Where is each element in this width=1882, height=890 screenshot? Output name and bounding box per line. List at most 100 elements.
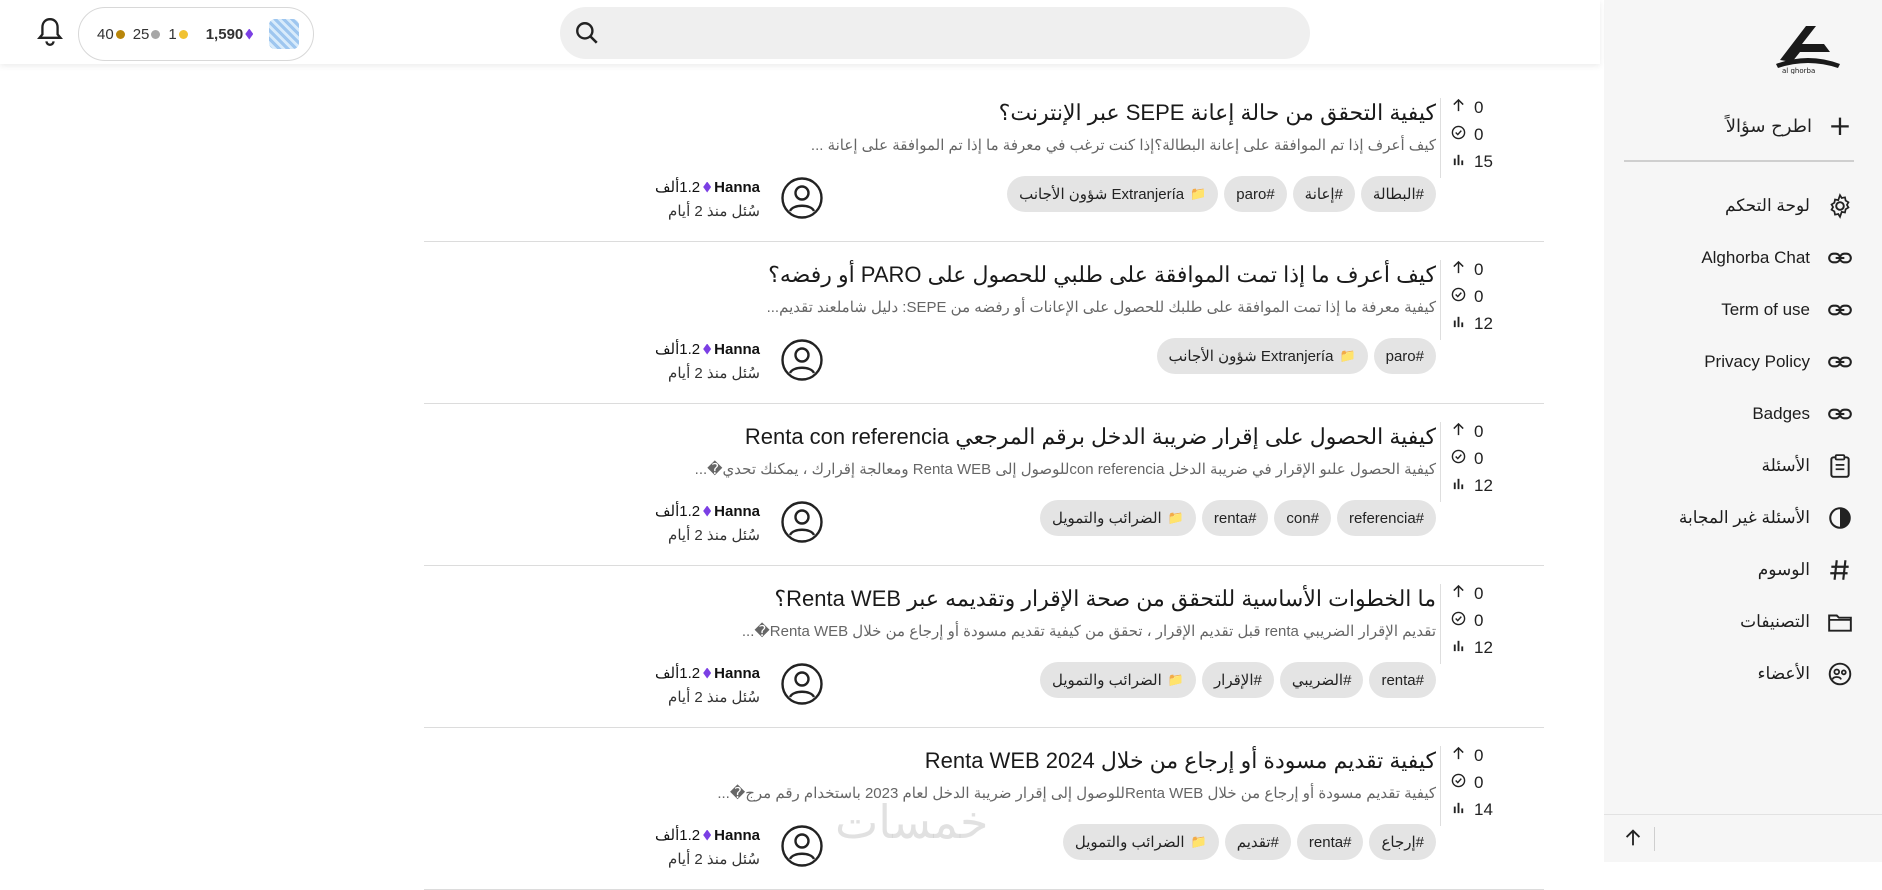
folder-icon: 📁 xyxy=(1167,510,1184,525)
search-input[interactable] xyxy=(612,17,1292,49)
question-tag[interactable]: #البطالة xyxy=(1360,176,1436,212)
sidebar-item-5[interactable]: الأسئلة xyxy=(1614,440,1854,492)
question-tag[interactable]: #referencia xyxy=(1336,500,1436,536)
question-title[interactable]: كيفية الحصول على إقرار ضريبة الدخل برقم … xyxy=(745,424,1436,450)
question-stats: 0 0 14 xyxy=(1440,746,1504,826)
arrow-up-icon[interactable] xyxy=(1618,823,1648,853)
question-tag[interactable]: #إعانة xyxy=(1292,176,1355,212)
sidebar-item-label: لوحة التحكم xyxy=(1724,196,1810,215)
category-tag[interactable]: 📁 Extranjería شؤون الأجانب xyxy=(1007,176,1219,212)
check-circle-icon xyxy=(1451,773,1466,793)
author-name[interactable]: Hanna xyxy=(714,341,760,358)
author-name[interactable]: Hanna xyxy=(714,179,760,196)
arrow-up-icon xyxy=(1451,584,1466,604)
question-row: 0 0 12 ما الخطوات الأساسية للتحقق من صحة ال… xyxy=(424,566,1544,728)
sidebar-item-label: Term of use xyxy=(1721,300,1810,319)
sidebar-item-3[interactable]: Privacy Policy xyxy=(1614,336,1854,388)
link-icon xyxy=(1826,348,1854,376)
sidebar-item-label: الأسئلة غير المجابة xyxy=(1678,508,1810,527)
link-icon xyxy=(1826,244,1854,272)
question-title[interactable]: كيف أعرف ما إذا تمت الموافقة على طلبي لل… xyxy=(768,262,1436,288)
views-count: 14 xyxy=(1451,800,1493,820)
sidebar-nav: لوحة التحكم Alghorba Chat Term of use Priva… xyxy=(1614,180,1854,700)
question-tag[interactable]: #الضريبي xyxy=(1279,662,1364,698)
question-stats: 0 0 12 xyxy=(1440,584,1504,664)
bar-chart-icon xyxy=(1451,476,1466,496)
bell-icon[interactable] xyxy=(36,15,64,49)
bar-chart-icon xyxy=(1451,638,1466,658)
sidebar-footer xyxy=(1604,814,1882,862)
views-count: 12 xyxy=(1451,314,1493,334)
users-icon xyxy=(1826,660,1854,688)
plus-icon: + xyxy=(1828,109,1852,142)
category-tag[interactable]: 📁 الضرائب والتمويل xyxy=(1039,500,1196,536)
category-tag[interactable]: 📁 Extranjería شؤون الأجانب xyxy=(1156,338,1368,374)
author-info: Hanna 1.2ألف xyxy=(655,178,760,197)
bronze-badges: 40 xyxy=(97,26,125,43)
question-title[interactable]: كيفية التحقق من حالة إعانة SEPE عبر الإن… xyxy=(999,100,1436,126)
question-tag[interactable]: #renta xyxy=(1369,662,1436,698)
author-name[interactable]: Hanna xyxy=(714,503,760,520)
question-author: Hanna 1.2ألف سُئل منذ 2 أيام xyxy=(424,658,848,714)
user-avatar-icon[interactable] xyxy=(780,500,824,544)
question-tag[interactable]: #con xyxy=(1274,500,1331,536)
votes-count: 0 xyxy=(1451,260,1483,280)
user-avatar-icon[interactable] xyxy=(780,662,824,706)
search-icon[interactable] xyxy=(574,20,600,46)
answers-count: 0 xyxy=(1451,611,1483,631)
sidebar-item-4[interactable]: Badges xyxy=(1614,388,1854,440)
user-avatar-icon[interactable] xyxy=(780,176,824,220)
author-rep: 1.2ألف xyxy=(655,503,701,520)
answers-count: 0 xyxy=(1451,125,1483,145)
hash-icon xyxy=(1826,556,1854,584)
question-title[interactable]: كيفية تقديم مسودة أو إرجاع من خلال Renta… xyxy=(925,748,1436,774)
asked-time: سُئل منذ 2 أيام xyxy=(668,365,760,382)
category-tag[interactable]: 📁 الضرائب والتمويل xyxy=(1040,662,1196,698)
user-avatar-icon[interactable] xyxy=(780,824,824,868)
sidebar-item-6[interactable]: الأسئلة غير المجابة xyxy=(1614,492,1854,544)
user-stats[interactable]: 40 25 1 1,590 xyxy=(78,7,314,61)
folder-icon: 📁 xyxy=(1190,186,1207,201)
sidebar-item-label: Privacy Policy xyxy=(1704,352,1810,371)
sidebar-item-label: الأعضاء xyxy=(1757,664,1810,683)
question-tag[interactable]: #إرجاع xyxy=(1369,824,1436,860)
sidebar-item-8[interactable]: التصنيفات xyxy=(1614,596,1854,648)
question-excerpt: كيفية معرفة ما إذا تمت الموافقة على طلبك… xyxy=(766,299,1436,316)
author-name[interactable]: Hanna xyxy=(714,665,760,682)
author-info: Hanna 1.2ألف xyxy=(655,664,760,683)
author-name[interactable]: Hanna xyxy=(714,827,760,844)
question-tag[interactable]: #renta xyxy=(1201,500,1269,536)
link-icon xyxy=(1826,296,1854,324)
author-rep: 1.2ألف xyxy=(655,341,701,358)
question-tag[interactable]: #paro xyxy=(1373,338,1436,374)
question-tag[interactable]: #paro xyxy=(1224,176,1287,212)
reputation: 1,590 xyxy=(206,26,254,43)
question-tag[interactable]: #تقديم xyxy=(1224,824,1291,860)
diamond-icon xyxy=(703,505,712,517)
views-count: 15 xyxy=(1451,152,1493,172)
question-tag[interactable]: #الإقرار xyxy=(1201,662,1274,698)
sidebar-item-2[interactable]: Term of use xyxy=(1614,284,1854,336)
search-bar[interactable] xyxy=(560,7,1310,59)
check-circle-icon xyxy=(1451,449,1466,469)
user-avatar-icon[interactable] xyxy=(780,338,824,382)
clipboard-icon xyxy=(1826,452,1854,480)
check-circle-icon xyxy=(1451,611,1466,631)
folder-icon xyxy=(1826,608,1854,636)
sidebar-item-7[interactable]: الوسوم xyxy=(1614,544,1854,596)
sidebar-item-0[interactable]: لوحة التحكم xyxy=(1614,180,1854,232)
question-excerpt: كيف أعرف إذا تم الموافقة على إعانة البطا… xyxy=(810,137,1436,154)
category-tag[interactable]: 📁 الضرائب والتمويل xyxy=(1062,824,1219,860)
gold-badges: 1 xyxy=(168,26,188,43)
alghorba-logo[interactable]: al ghorba xyxy=(1772,22,1844,75)
sidebar-item-1[interactable]: Alghorba Chat xyxy=(1614,232,1854,284)
user-avatar[interactable] xyxy=(269,19,300,49)
sidebar-item-9[interactable]: الأعضاء xyxy=(1614,648,1854,700)
author-rep: 1.2ألف xyxy=(655,827,701,844)
question-title[interactable]: ما الخطوات الأساسية للتحقق من صحة الإقرا… xyxy=(774,586,1436,612)
check-circle-icon xyxy=(1451,287,1466,307)
ask-question-button[interactable]: + اطرح سؤالاً xyxy=(1624,112,1854,140)
answers-count: 0 xyxy=(1451,773,1483,793)
question-tag[interactable]: #renta xyxy=(1296,824,1364,860)
diamond-icon xyxy=(703,829,712,841)
